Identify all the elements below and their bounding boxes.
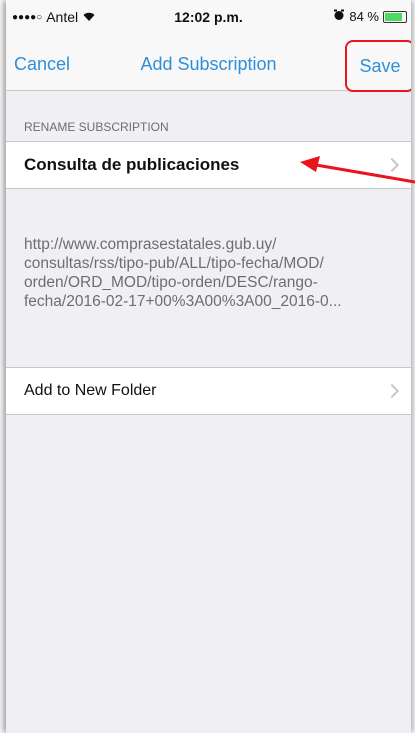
subscription-name-cell[interactable]: Consulta de publicaciones (6, 141, 411, 189)
save-button[interactable]: Save (345, 40, 411, 92)
battery-percent: 84 % (349, 9, 379, 24)
add-to-new-folder-cell[interactable]: Add to New Folder (6, 367, 411, 415)
add-to-new-folder-label: Add to New Folder (24, 382, 157, 399)
subscription-name-value: Consulta de publicaciones (24, 155, 240, 174)
save-button-label: Save (359, 55, 401, 76)
chevron-right-icon (384, 383, 400, 399)
subscription-url: http://www.comprasestatales.gub.uy/ cons… (24, 235, 399, 311)
url-line: orden/ORD_MOD/tipo-orden/DESC/rango- (24, 274, 318, 291)
battery-fill (385, 12, 402, 21)
battery-group: 84 % (333, 9, 407, 24)
url-line: http://www.comprasestatales.gub.uy/ (24, 236, 277, 253)
url-line: consultas/rss/tipo-pub/ALL/tipo-fecha/MO… (24, 255, 324, 272)
phone-screen: ●●●●○ Antel 12:02 p.m. 84 % Cancel Add S… (6, 0, 411, 733)
rename-section-header: RENAME SUBSCRIPTION (24, 120, 169, 134)
chevron-right-icon (384, 157, 400, 173)
status-bar: ●●●●○ Antel 12:02 p.m. 84 % (6, 0, 411, 40)
battery-icon (383, 10, 407, 23)
alarm-icon (333, 9, 345, 24)
url-line: fecha/2016-02-17+00%3A00%3A00_2016-0... (24, 293, 342, 310)
navigation-bar: Cancel Add Subscription Save (6, 40, 411, 92)
